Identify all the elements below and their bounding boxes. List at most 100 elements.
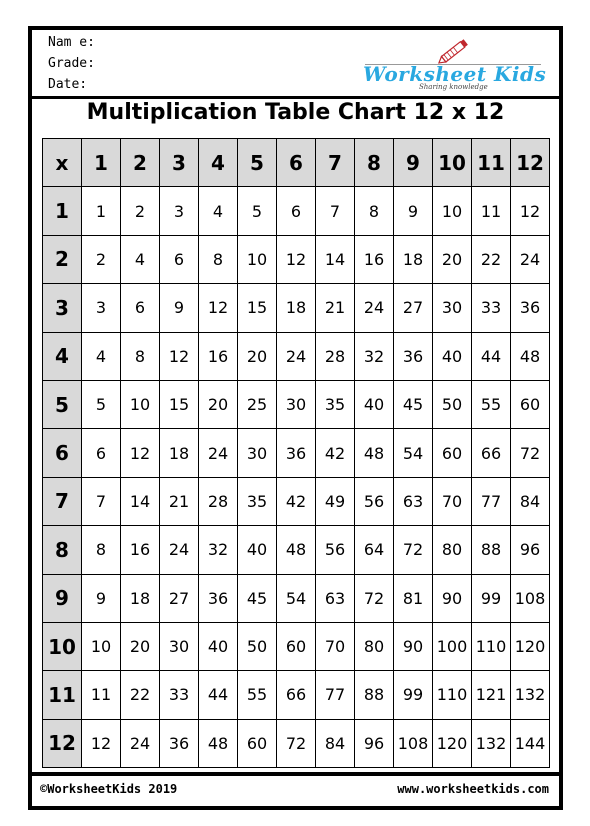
- product-cell: 32: [198, 525, 238, 575]
- product-cell: 12: [510, 186, 550, 236]
- product-cell: 44: [198, 670, 238, 720]
- website-url: www.worksheetkids.com: [397, 782, 549, 796]
- column-header: 11: [471, 137, 511, 188]
- product-cell: 18: [159, 428, 199, 478]
- product-cell: 33: [159, 670, 199, 720]
- row-header: 12: [42, 718, 82, 769]
- product-cell: 60: [510, 379, 550, 430]
- product-cell: 55: [237, 670, 277, 720]
- product-cell: 108: [393, 718, 433, 769]
- product-cell: 27: [393, 283, 433, 333]
- product-cell: 90: [393, 621, 433, 672]
- product-cell: 50: [432, 379, 472, 430]
- column-header: 2: [120, 137, 160, 188]
- product-cell: 35: [315, 379, 355, 430]
- product-cell: 132: [471, 718, 511, 769]
- product-cell: 54: [276, 573, 316, 623]
- product-cell: 27: [159, 573, 199, 623]
- column-header: 1: [81, 137, 121, 188]
- date-label: Date:: [48, 77, 88, 92]
- product-cell: 49: [315, 476, 355, 527]
- worksheet-kids-logo: Worksheet Kids Sharing knowledge: [349, 36, 549, 92]
- row-header: 4: [42, 331, 82, 381]
- product-cell: 4: [81, 331, 121, 381]
- product-cell: 12: [276, 234, 316, 285]
- product-cell: 5: [81, 379, 121, 430]
- product-cell: 10: [120, 379, 160, 430]
- product-cell: 110: [471, 621, 511, 672]
- product-cell: 22: [120, 670, 160, 720]
- product-cell: 80: [432, 525, 472, 575]
- product-cell: 84: [510, 476, 550, 527]
- column-header: 3: [159, 137, 199, 188]
- worksheet-header: Nam e: Grade: Date: Worksheet Kids Shari…: [32, 30, 559, 99]
- product-cell: 72: [354, 573, 394, 623]
- product-cell: 33: [471, 283, 511, 333]
- product-cell: 24: [510, 234, 550, 285]
- product-cell: 66: [471, 428, 511, 478]
- product-cell: 5: [237, 186, 277, 236]
- product-cell: 63: [315, 573, 355, 623]
- table-row: 10 10 20 30 40 50 60 70 80 90 100 110 120: [42, 621, 550, 672]
- product-cell: 7: [81, 476, 121, 527]
- product-cell: 25: [237, 379, 277, 430]
- product-cell: 9: [159, 283, 199, 333]
- product-cell: 10: [432, 186, 472, 236]
- product-cell: 48: [198, 718, 238, 769]
- row-header: 8: [42, 525, 82, 575]
- product-cell: 12: [159, 331, 199, 381]
- product-cell: 100: [432, 621, 472, 672]
- product-cell: 21: [159, 476, 199, 527]
- column-header: 4: [198, 137, 238, 188]
- logo-tagline: Sharing knowledge: [419, 83, 488, 91]
- product-cell: 8: [120, 331, 160, 381]
- product-cell: 9: [81, 573, 121, 623]
- product-cell: 24: [198, 428, 238, 478]
- product-cell: 108: [510, 573, 550, 623]
- product-cell: 30: [432, 283, 472, 333]
- product-cell: 96: [354, 718, 394, 769]
- column-header: 12: [510, 137, 550, 188]
- grade-label: Grade:: [48, 56, 95, 71]
- product-cell: 48: [510, 331, 550, 381]
- product-cell: 70: [315, 621, 355, 672]
- product-cell: 11: [81, 670, 121, 720]
- row-header: 11: [42, 670, 82, 720]
- row-header: 3: [42, 283, 82, 333]
- product-cell: 50: [237, 621, 277, 672]
- column-header: 8: [354, 137, 394, 188]
- product-cell: 30: [159, 621, 199, 672]
- table-row: 5 5 10 15 20 25 30 35 40 45 50 55 60: [42, 379, 550, 430]
- row-header: 1: [42, 186, 82, 236]
- product-cell: 110: [432, 670, 472, 720]
- product-cell: 24: [276, 331, 316, 381]
- product-cell: 20: [432, 234, 472, 285]
- product-cell: 12: [198, 283, 238, 333]
- product-cell: 18: [120, 573, 160, 623]
- product-cell: 6: [159, 234, 199, 285]
- product-cell: 35: [237, 476, 277, 527]
- product-cell: 16: [198, 331, 238, 381]
- product-cell: 3: [159, 186, 199, 236]
- product-cell: 72: [510, 428, 550, 478]
- product-cell: 24: [120, 718, 160, 769]
- product-cell: 16: [354, 234, 394, 285]
- table-row: 3 3 6 9 12 15 18 21 24 27 30 33 36: [42, 283, 550, 333]
- product-cell: 4: [198, 186, 238, 236]
- product-cell: 60: [432, 428, 472, 478]
- row-header: 7: [42, 476, 82, 527]
- product-cell: 60: [276, 621, 316, 672]
- product-cell: 88: [354, 670, 394, 720]
- header-row: x 1 2 3 4 5 6 7 8 9 10 11 12: [42, 137, 550, 188]
- table-row: 7 7 14 21 28 35 42 49 56 63 70 77 84: [42, 476, 550, 527]
- product-cell: 99: [471, 573, 511, 623]
- product-cell: 9: [393, 186, 433, 236]
- column-header: 7: [315, 137, 355, 188]
- product-cell: 90: [432, 573, 472, 623]
- worksheet-footer: ©WorksheetKids 2019 www.worksheetkids.co…: [32, 772, 559, 806]
- table-row: 6 6 12 18 24 30 36 42 48 54 60 66 72: [42, 428, 550, 478]
- row-header: 2: [42, 234, 82, 285]
- product-cell: 99: [393, 670, 433, 720]
- product-cell: 14: [315, 234, 355, 285]
- product-cell: 42: [276, 476, 316, 527]
